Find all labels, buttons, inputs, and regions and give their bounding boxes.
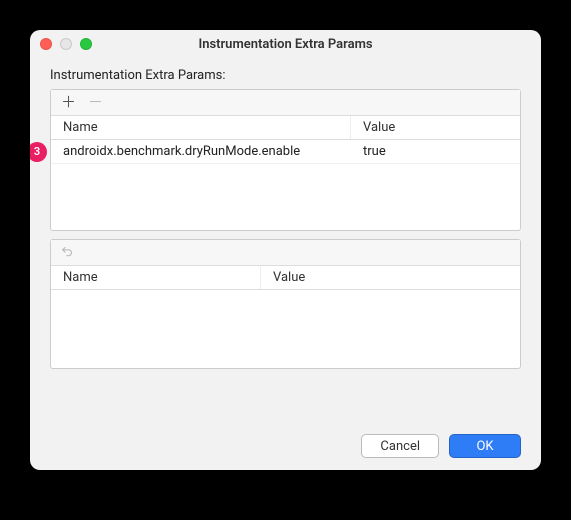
cell-value[interactable]: true xyxy=(351,142,520,161)
section-label: Instrumentation Extra Params: xyxy=(50,68,521,83)
params-table-wrap: ＋ － Name Value 3 androidx.benchmark.dryR… xyxy=(50,89,521,239)
table-body: 3 androidx.benchmark.dryRunMode.enable t… xyxy=(51,140,520,230)
traffic-lights xyxy=(40,38,92,50)
titlebar: Instrumentation Extra Params xyxy=(30,30,541,58)
dialog-content: Instrumentation Extra Params: ＋ － Name V… xyxy=(30,58,541,470)
header-value[interactable]: Value xyxy=(351,116,520,139)
dialog-window: Instrumentation Extra Params Instrumenta… xyxy=(30,30,541,470)
table-header: Name Value xyxy=(51,116,520,140)
secondary-table-body xyxy=(51,290,520,368)
maximize-icon[interactable] xyxy=(80,38,92,50)
cancel-button[interactable]: Cancel xyxy=(361,434,439,458)
close-icon[interactable] xyxy=(40,38,52,50)
table-row[interactable]: 3 androidx.benchmark.dryRunMode.enable t… xyxy=(51,140,520,164)
add-icon[interactable]: ＋ xyxy=(61,95,76,110)
secondary-table-header: Name Value xyxy=(51,266,520,290)
ok-button[interactable]: OK xyxy=(449,434,521,458)
remove-icon[interactable]: － xyxy=(88,95,103,110)
secondary-toolbar xyxy=(51,240,520,266)
secondary-header-value[interactable]: Value xyxy=(261,266,520,289)
undo-icon xyxy=(61,244,75,261)
annotation-badge: 3 xyxy=(30,142,47,162)
secondary-table: Name Value xyxy=(50,239,521,369)
params-table: ＋ － Name Value 3 androidx.benchmark.dryR… xyxy=(50,89,521,231)
table-toolbar: ＋ － xyxy=(51,90,520,116)
minimize-icon xyxy=(60,38,72,50)
cell-name[interactable]: androidx.benchmark.dryRunMode.enable xyxy=(51,142,351,161)
header-name[interactable]: Name xyxy=(51,116,351,139)
button-row: Cancel OK xyxy=(50,434,521,458)
secondary-header-name[interactable]: Name xyxy=(51,266,261,289)
window-title: Instrumentation Extra Params xyxy=(40,37,531,52)
